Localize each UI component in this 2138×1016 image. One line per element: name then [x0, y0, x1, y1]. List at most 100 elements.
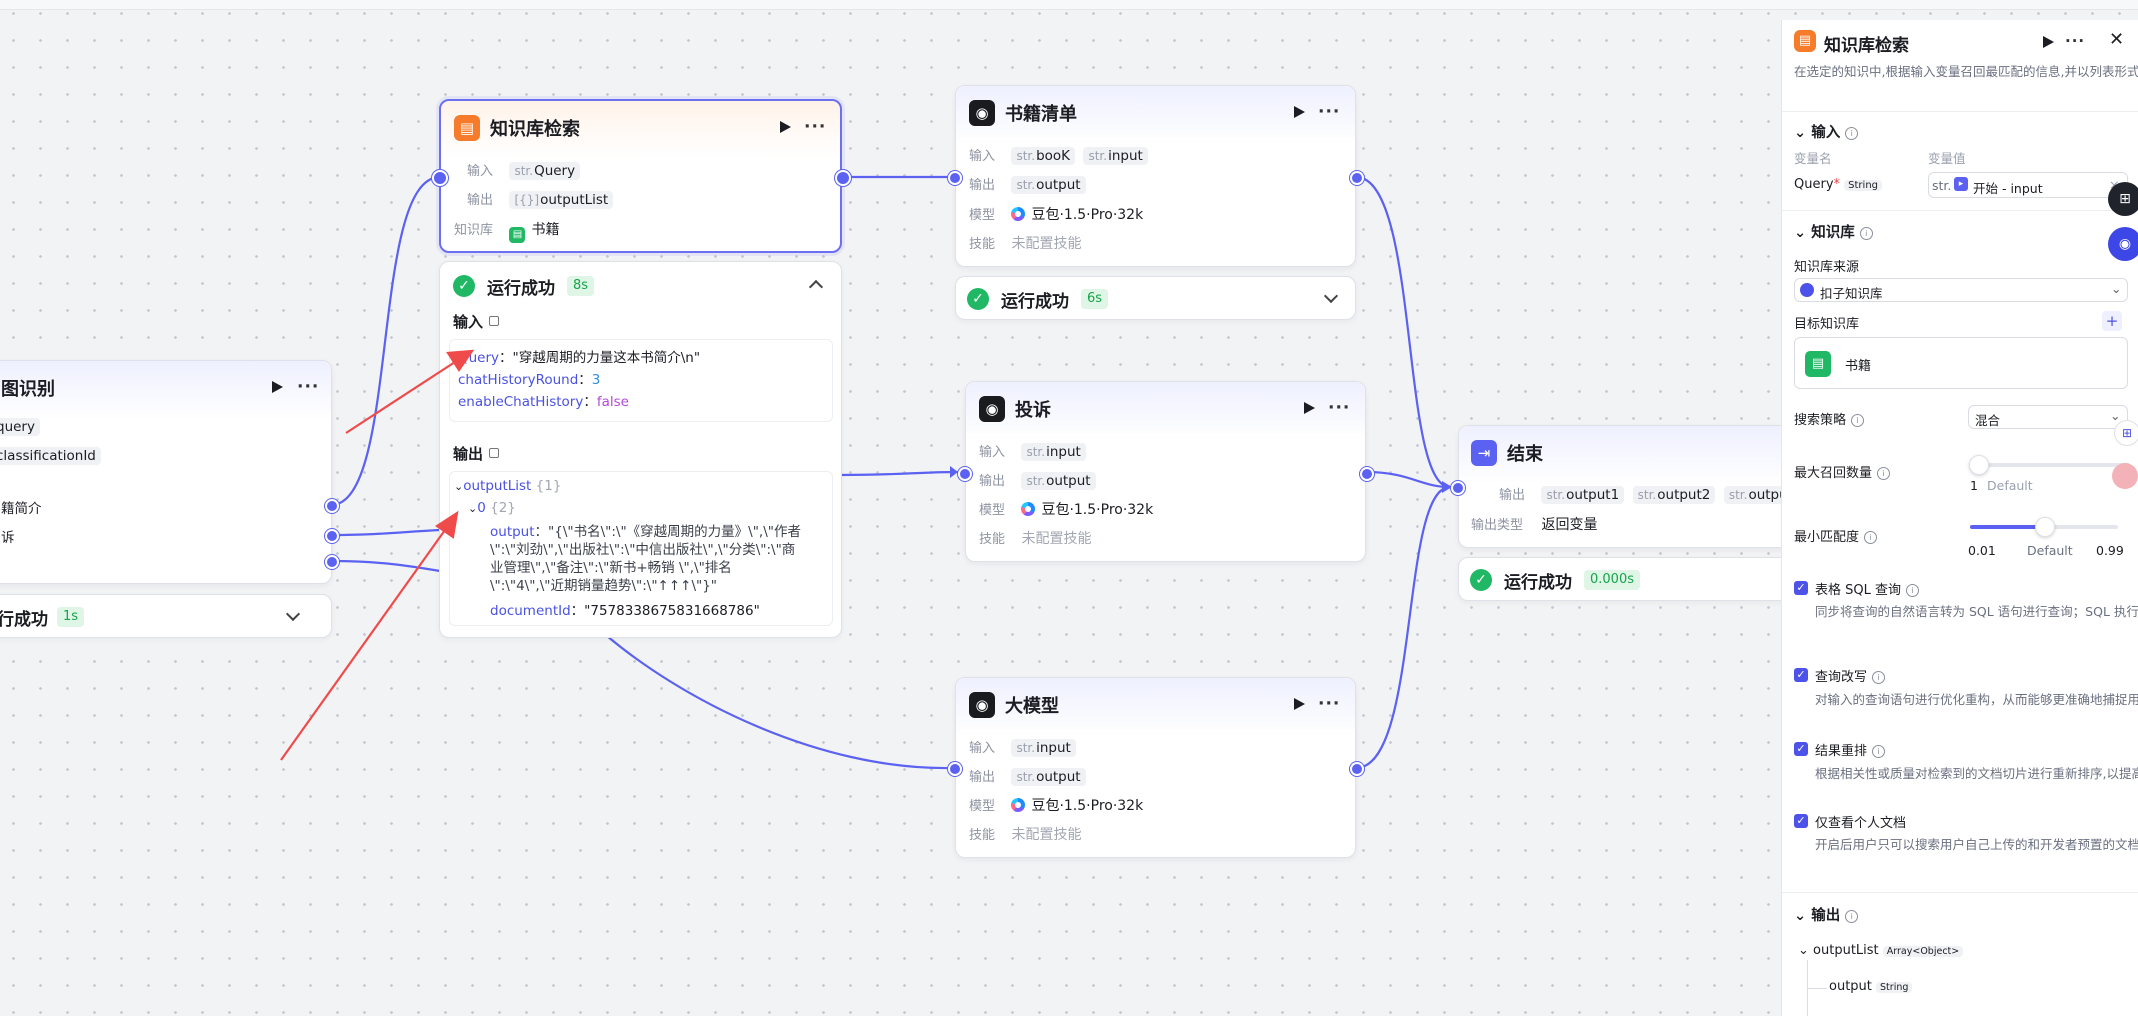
- complaint-node-input-port[interactable]: [958, 467, 972, 481]
- min-match-slider[interactable]: [1970, 517, 2118, 537]
- output-section-header[interactable]: ⌄ 输出 i: [1794, 904, 1859, 925]
- grid-tool-icon[interactable]: ⊞: [2108, 182, 2138, 216]
- var-name-header: 变量名: [1794, 151, 1832, 166]
- kb-section-header[interactable]: ⌄ 知识库 i: [1794, 221, 1873, 242]
- min-match-label: 最小匹配度 i: [1794, 526, 1878, 545]
- help-icon: i: [1872, 671, 1886, 684]
- llm-node[interactable]: ◉ 大模型 ··· 输入 str.input 输出 str.output 模型 …: [955, 677, 1356, 858]
- help-icon: i: [1864, 531, 1878, 544]
- success-icon: ✓: [1470, 569, 1492, 591]
- end-run-result[interactable]: ✓ 运行成功 0.000s: [1458, 557, 1798, 601]
- llm-icon: ◉: [969, 100, 995, 126]
- query-rewrite-label: 查询改写 i: [1815, 666, 1886, 685]
- complaint-skill-row: 技能 未配置技能: [979, 531, 1092, 547]
- book-node-output-port[interactable]: [1350, 171, 1364, 185]
- panel-description: 在选定的知识中,根据输入变量召回最匹配的信息,并以列表形式返回: [1794, 64, 2138, 79]
- book-run-result[interactable]: ✓ 运行成功 6s: [955, 276, 1356, 320]
- book-model-row: 模型 豆包·1.5·Pro·32k: [969, 207, 1144, 223]
- run-time-badge: 6s: [1081, 289, 1109, 309]
- personal-docs-label: 仅查看个人文档: [1815, 816, 1907, 831]
- sql-query-note: 同步将查询的自然语言转为 SQL 语句进行查询；SQL 执行结果与 RAG 召回…: [1815, 604, 2138, 619]
- personal-docs-checkbox[interactable]: ✓: [1794, 814, 1808, 828]
- add-kb-button[interactable]: +: [2102, 311, 2122, 331]
- end-output-row: 输出 str.output1 str.output2 str.output3: [1499, 484, 1797, 504]
- end-icon: ⇥: [1471, 440, 1497, 466]
- help-icon: i: [1906, 584, 1919, 597]
- strategy-select[interactable]: 混合 ⌄: [1968, 405, 2128, 429]
- chevron-down-icon[interactable]: [1323, 288, 1339, 304]
- kb-source-select[interactable]: 扣子知识库 ⌄: [1794, 278, 2128, 302]
- help-icon: i: [1877, 467, 1891, 480]
- end-node[interactable]: ⇥ 结束 输出 str.output1 str.output2 str.outp…: [1458, 425, 1798, 548]
- run-node-icon[interactable]: [1304, 402, 1315, 414]
- run-time-badge: 0.000s: [1584, 570, 1640, 590]
- assistant-icon[interactable]: ◉: [2108, 227, 2138, 261]
- rerank-note: 根据相关性或质量对检索到的文档切片进行重新排序,以提高生成答案的准确性: [1815, 766, 2138, 781]
- run-result-label: 运行成功: [1504, 573, 1572, 593]
- var-value-input[interactable]: str. ▸ 开始 - input ×: [1928, 172, 2128, 198]
- chevron-down-icon: ⌄: [2111, 281, 2122, 296]
- more-options-icon[interactable]: ···: [1318, 104, 1340, 121]
- model-icon: [1011, 207, 1026, 221]
- more-options-icon[interactable]: ···: [2065, 33, 2085, 50]
- sql-query-label: 表格 SQL 查询 i: [1815, 579, 1919, 598]
- book-output-row: 输出 str.output: [969, 174, 1090, 194]
- var-name: Query* String: [1794, 177, 1886, 192]
- output-child-item: output String: [1829, 979, 1916, 994]
- side-tool-icon[interactable]: ⊞: [2114, 420, 2138, 446]
- user-avatar[interactable]: [2112, 463, 2138, 489]
- complaint-node-output-port[interactable]: [1360, 467, 1374, 481]
- run-node-icon[interactable]: [1294, 106, 1305, 118]
- llm-node-input-port[interactable]: [948, 762, 962, 776]
- start-node-icon: ▸: [1954, 177, 1968, 191]
- max-recall-value: 1: [1970, 478, 1978, 493]
- max-recall-slider[interactable]: [1969, 455, 2130, 475]
- output-root-item[interactable]: ⌄ outputList Array<Object>: [1798, 943, 1967, 958]
- help-icon: i: [1845, 127, 1859, 140]
- llm-output-row: 输出 str.output: [969, 766, 1090, 786]
- complaint-output-row: 输出 str.output: [979, 470, 1100, 490]
- run-node-icon[interactable]: [2043, 36, 2054, 48]
- coze-kb-icon: [1800, 283, 1814, 297]
- run-node-icon[interactable]: [1294, 698, 1305, 710]
- llm-node-output-port[interactable]: [1350, 762, 1364, 776]
- success-icon: ✓: [967, 288, 989, 310]
- personal-docs-note: 开启后用户只可以搜索用户自己上传的和开发者预置的文档，其他人上传的文档不可见: [1815, 837, 2138, 852]
- more-options-icon[interactable]: ···: [1328, 400, 1350, 417]
- help-icon: i: [1845, 910, 1859, 923]
- book-node-title: 书籍清单: [1005, 104, 1077, 125]
- min-match-default: Default: [2027, 543, 2073, 558]
- min-match-min: 0.01: [1968, 543, 1996, 558]
- llm-skill-row: 技能 未配置技能: [969, 827, 1082, 843]
- strategy-label: 搜索策略 i: [1794, 409, 1865, 428]
- sql-query-checkbox[interactable]: ✓: [1794, 581, 1808, 595]
- llm-model-row: 模型 豆包·1.5·Pro·32k: [969, 798, 1144, 814]
- help-icon: i: [1851, 414, 1865, 427]
- rerank-checkbox[interactable]: ✓: [1794, 742, 1808, 756]
- min-match-max: 0.99: [2096, 543, 2124, 558]
- input-section-header[interactable]: ⌄ 输入 i: [1794, 121, 1859, 142]
- run-result-label: 运行成功: [1001, 292, 1069, 312]
- llm-node-title: 大模型: [1005, 696, 1059, 717]
- end-output-type-row: 输出类型 返回变量: [1471, 517, 1598, 533]
- book-skill-row: 技能 未配置技能: [969, 236, 1082, 252]
- slider-handle[interactable]: [1969, 455, 1989, 475]
- complaint-node-title: 投诉: [1015, 400, 1051, 421]
- rerank-label: 结果重排 i: [1815, 740, 1886, 759]
- book-list-node[interactable]: ◉ 书籍清单 ··· 输入 str.booK str.input 输出 str.…: [955, 85, 1356, 267]
- close-icon[interactable]: ✕: [2109, 29, 2124, 50]
- target-kb-card[interactable]: ▤ 书籍: [1794, 337, 2128, 389]
- model-icon: [1011, 798, 1026, 812]
- model-icon: [1021, 502, 1036, 516]
- complaint-node[interactable]: ◉ 投诉 ··· 输入 str.input 输出 str.output 模型 豆…: [965, 381, 1366, 562]
- query-rewrite-note: 对输入的查询语句进行优化重构，从而能够更准确地捕捉用户意图，提升信息检索的效率: [1815, 692, 2138, 707]
- chevron-down-icon: ⌄: [2110, 408, 2121, 423]
- kb-source-label: 知识库来源: [1794, 260, 1860, 275]
- more-options-icon[interactable]: ···: [1318, 696, 1340, 713]
- llm-icon: ◉: [969, 692, 995, 718]
- slider-handle[interactable]: [2035, 517, 2055, 537]
- query-rewrite-checkbox[interactable]: ✓: [1794, 668, 1808, 682]
- book-node-input-port[interactable]: [948, 171, 962, 185]
- end-node-input-port[interactable]: [1451, 481, 1465, 495]
- llm-icon: ◉: [979, 396, 1005, 422]
